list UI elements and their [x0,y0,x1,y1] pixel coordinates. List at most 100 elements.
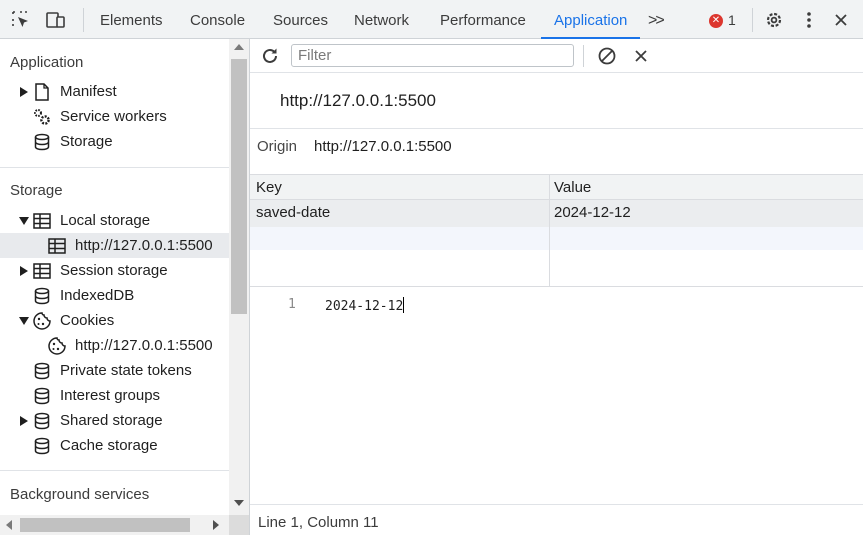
tab-console[interactable]: Console [190,0,245,39]
origin-heading: http://127.0.0.1:5500 [280,91,436,110]
scroll-right-arrow-icon[interactable] [213,520,219,530]
scrollbar-thumb[interactable] [231,59,247,314]
database-icon [32,286,52,306]
sidebar-item-interest-groups[interactable]: Interest groups [0,383,229,408]
caret-right-icon[interactable] [19,415,29,426]
sidebar-item-label: http://127.0.0.1:5500 [75,237,213,254]
sidebar-item-label: http://127.0.0.1:5500 [75,337,213,354]
database-icon [32,436,52,456]
tab-performance[interactable]: Performance [440,0,526,39]
close-icon[interactable] [829,8,853,32]
sidebar-item-shared-storage[interactable]: Shared storage [0,408,229,433]
section-title-storage: Storage [10,182,63,199]
refresh-icon[interactable] [258,44,282,68]
cursor-position: Line 1, Column 11 [258,514,379,531]
caret-right-icon[interactable] [19,86,29,97]
tab-sources[interactable]: Sources [273,0,328,39]
storage-toolbar [250,39,863,73]
sidebar-item-label: Local storage [60,212,151,229]
section-title-application: Application [10,54,84,71]
status-bar: Line 1, Column 11 [250,504,863,535]
tab-network[interactable]: Network [354,0,409,39]
toolbar-separator [83,8,84,32]
device-toolbar-icon[interactable] [44,8,68,32]
toolbar-separator [752,8,753,32]
section-title-background-services: Background services [10,486,150,503]
sidebar-vertical-scrollbar[interactable] [229,39,249,515]
section-divider [0,167,229,168]
sidebar-item-label: IndexedDB [60,287,135,304]
database-icon [32,132,52,152]
database-icon [32,411,52,431]
sidebar-item-label: Storage [60,133,113,150]
cookie-icon [47,336,67,356]
gear-icon[interactable] [762,8,786,32]
clear-all-icon[interactable] [595,44,619,68]
sidebar-item-cache-storage[interactable]: Cache storage [0,433,229,458]
sidebar-item-label: Session storage [60,262,168,279]
toolbar-separator [583,45,584,67]
sidebar-item-private-state-tokens[interactable]: Private state tokens [0,358,229,383]
tab-application[interactable]: Application [541,0,641,39]
sidebar-item-storage[interactable]: Storage [0,129,229,154]
sidebar-item-cookies-origin[interactable]: http://127.0.0.1:5500 [0,333,229,358]
origin-label: Origin [257,138,298,155]
column-divider[interactable] [549,174,550,287]
editor-line[interactable]: 2024-12-12 [325,297,405,314]
service-workers-icon [32,107,52,127]
table-header: Key Value [250,174,863,200]
scroll-left-arrow-icon[interactable] [6,520,12,530]
sidebar-item-service-workers[interactable]: Service workers [0,104,229,129]
application-sidebar: Application Manifest Service workers Sto… [0,39,229,535]
column-header-value[interactable]: Value [554,179,591,196]
local-storage-panel: http://127.0.0.1:5500 Origin http://127.… [250,39,863,535]
delete-selected-icon[interactable] [629,44,653,68]
filter-input[interactable] [291,44,574,67]
sidebar-item-cookies[interactable]: Cookies [0,308,229,333]
inspect-element-icon[interactable] [9,8,33,32]
caret-right-icon[interactable] [19,265,29,276]
cookie-icon [32,311,52,331]
kebab-menu-icon[interactable] [797,8,821,32]
sidebar-item-local-storage[interactable]: Local storage [0,208,229,233]
editor-text[interactable]: 2024-12-12 [325,299,403,314]
sidebar-item-label: Shared storage [60,412,163,429]
error-count[interactable]: 1 [728,12,736,28]
sidebar-item-local-storage-origin[interactable]: http://127.0.0.1:5500 [0,233,229,258]
sidebar-item-label: Cache storage [60,437,158,454]
scroll-up-arrow-icon[interactable] [234,44,244,50]
caret-down-icon[interactable] [19,216,29,226]
table-icon [32,261,52,281]
document-icon [32,82,52,102]
sidebar-item-session-storage[interactable]: Session storage [0,258,229,283]
sidebar-item-label: Service workers [60,108,167,125]
section-divider [0,470,229,471]
sidebar-item-manifest[interactable]: Manifest [0,79,229,104]
sidebar-item-indexeddb[interactable]: IndexedDB [0,283,229,308]
scroll-down-arrow-icon[interactable] [234,500,244,506]
column-header-key[interactable]: Key [256,179,282,196]
database-icon [32,386,52,406]
sidebar-horizontal-scrollbar[interactable] [0,515,229,535]
more-tabs-button[interactable]: >> [648,0,665,39]
tab-elements[interactable]: Elements [100,0,163,39]
table-row[interactable]: saved-date 2024-12-12 [250,200,863,227]
value-preview-editor[interactable]: 1 2024-12-12 [250,294,863,504]
divider [250,128,863,129]
table-icon [32,211,52,231]
cell-key[interactable]: saved-date [256,204,330,221]
text-cursor [403,297,405,313]
sidebar-item-label: Interest groups [60,387,161,404]
table-icon [47,236,67,256]
line-number: 1 [288,297,296,312]
scrollbar-thumb[interactable] [20,518,190,532]
cell-value[interactable]: 2024-12-12 [554,204,631,221]
sidebar-item-label: Manifest [60,83,117,100]
caret-down-icon[interactable] [19,316,29,326]
table-row-empty[interactable] [250,227,863,250]
database-icon [32,361,52,381]
origin-value: http://127.0.0.1:5500 [314,138,452,155]
table-row-empty[interactable] [250,250,863,287]
sidebar-item-label: Cookies [60,312,115,329]
error-badge-icon[interactable]: ✕ [709,14,723,28]
